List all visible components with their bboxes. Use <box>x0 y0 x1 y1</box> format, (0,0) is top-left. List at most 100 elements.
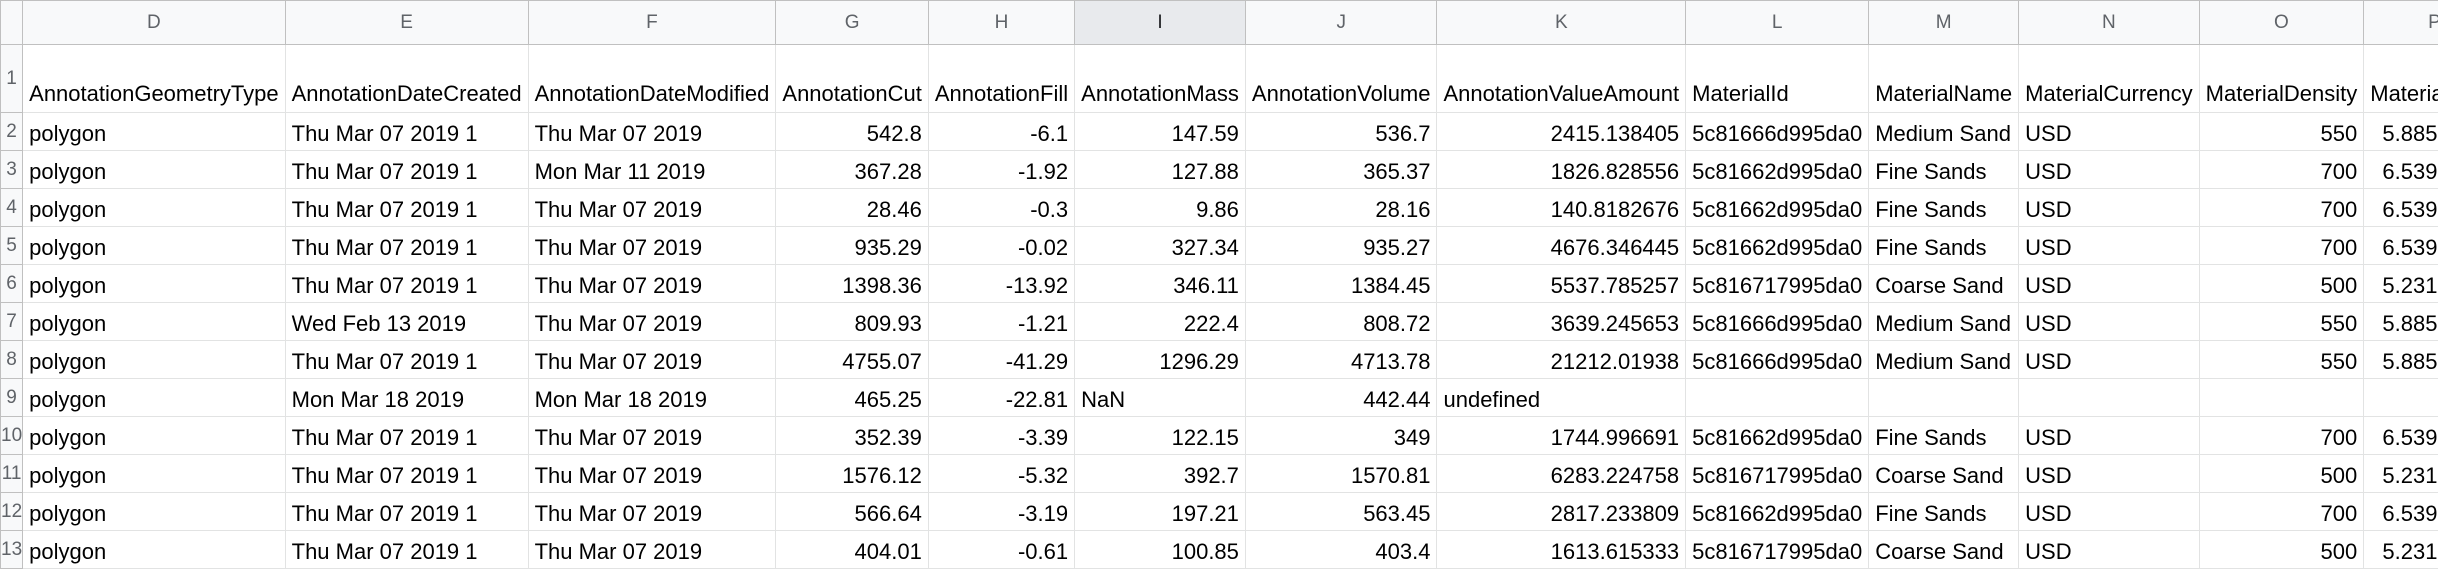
data-cell[interactable]: polygon <box>22 264 286 303</box>
data-cell[interactable]: Medium Sand <box>1868 340 2020 379</box>
data-cell[interactable]: USD <box>2018 112 2200 151</box>
data-cell[interactable]: polygon <box>22 302 286 341</box>
data-cell[interactable]: 4755.07 <box>775 340 929 379</box>
data-cell[interactable]: 140.8182676 <box>1436 188 1687 227</box>
data-cell[interactable]: -5.32 <box>927 454 1076 493</box>
data-cell[interactable]: 935.27 <box>1244 226 1438 265</box>
data-cell[interactable]: 127.88 <box>1074 150 1246 189</box>
data-cell[interactable]: 5.88577778 <box>2363 112 2438 151</box>
data-cell[interactable]: polygon <box>22 492 286 531</box>
data-cell[interactable]: Thu Mar 07 2019 1 <box>284 530 529 569</box>
header-cell[interactable]: AnnotationValueAmount <box>1436 44 1687 113</box>
data-cell[interactable]: 5.23180247 <box>2363 530 2438 569</box>
column-header-selected[interactable]: I <box>1074 0 1246 45</box>
data-cell[interactable]: 392.7 <box>1074 454 1246 493</box>
data-cell[interactable]: 404.01 <box>775 530 929 569</box>
data-cell[interactable] <box>2198 378 2365 417</box>
data-cell[interactable]: polygon <box>22 150 286 189</box>
data-cell[interactable]: Thu Mar 07 2019 <box>527 340 777 379</box>
data-cell[interactable]: Wed Feb 13 2019 <box>284 302 529 341</box>
data-cell[interactable]: 5c81662d995da0 <box>1685 416 1870 455</box>
data-cell[interactable]: USD <box>2018 416 2200 455</box>
data-cell[interactable]: 367.28 <box>775 150 929 189</box>
data-cell[interactable]: Thu Mar 07 2019 1 <box>284 150 529 189</box>
row-number[interactable]: 5 <box>0 226 24 265</box>
column-header[interactable]: L <box>1685 0 1870 45</box>
data-cell[interactable]: Mon Mar 18 2019 <box>527 378 777 417</box>
data-cell[interactable]: 1570.81 <box>1244 454 1438 493</box>
data-cell[interactable]: polygon <box>22 112 286 151</box>
data-cell[interactable] <box>2018 378 2200 417</box>
data-cell[interactable]: 100.85 <box>1074 530 1246 569</box>
row-number[interactable]: 9 <box>0 378 24 417</box>
data-cell[interactable]: 147.59 <box>1074 112 1246 151</box>
data-cell[interactable]: 465.25 <box>775 378 929 417</box>
data-cell[interactable]: Coarse Sand <box>1868 264 2020 303</box>
data-cell[interactable]: Thu Mar 07 2019 <box>527 264 777 303</box>
data-cell[interactable]: 2415.138405 <box>1436 112 1687 151</box>
data-cell[interactable]: 21212.01938 <box>1436 340 1687 379</box>
data-cell[interactable]: 3639.245653 <box>1436 302 1687 341</box>
column-header[interactable]: E <box>284 0 529 45</box>
data-cell[interactable]: Thu Mar 07 2019 <box>527 302 777 341</box>
data-cell[interactable]: Thu Mar 07 2019 <box>527 454 777 493</box>
data-cell[interactable]: 700 <box>2198 226 2365 265</box>
data-cell[interactable]: 5c816717995da0 <box>1685 454 1870 493</box>
data-cell[interactable]: 1296.29 <box>1074 340 1246 379</box>
data-cell[interactable]: 700 <box>2198 188 2365 227</box>
header-cell[interactable]: AnnotationDateCreated <box>284 44 529 113</box>
data-cell[interactable]: Mon Mar 11 2019 <box>527 150 777 189</box>
data-cell[interactable]: 563.45 <box>1244 492 1438 531</box>
column-header[interactable]: H <box>927 0 1076 45</box>
data-cell[interactable]: 700 <box>2198 492 2365 531</box>
data-cell[interactable]: -1.21 <box>927 302 1076 341</box>
column-header[interactable]: J <box>1244 0 1438 45</box>
column-header[interactable]: M <box>1868 0 2020 45</box>
row-number[interactable]: 13 <box>0 530 24 569</box>
data-cell[interactable]: 6.53975309 <box>2363 188 2438 227</box>
data-cell[interactable] <box>2363 378 2438 417</box>
data-cell[interactable]: polygon <box>22 340 286 379</box>
row-number[interactable]: 8 <box>0 340 24 379</box>
data-cell[interactable]: -3.39 <box>927 416 1076 455</box>
data-cell[interactable]: Fine Sands <box>1868 416 2020 455</box>
data-cell[interactable]: 9.86 <box>1074 188 1246 227</box>
data-cell[interactable]: 5.88577778 <box>2363 340 2438 379</box>
data-cell[interactable]: Thu Mar 07 2019 <box>527 530 777 569</box>
data-cell[interactable]: USD <box>2018 188 2200 227</box>
data-cell[interactable]: USD <box>2018 530 2200 569</box>
data-cell[interactable]: Coarse Sand <box>1868 454 2020 493</box>
header-cell[interactable]: AnnotationGeometryType <box>22 44 286 113</box>
data-cell[interactable]: polygon <box>22 226 286 265</box>
data-cell[interactable]: Thu Mar 07 2019 1 <box>284 454 529 493</box>
data-cell[interactable]: Thu Mar 07 2019 1 <box>284 340 529 379</box>
data-cell[interactable] <box>1685 378 1870 417</box>
data-cell[interactable]: Mon Mar 18 2019 <box>284 378 529 417</box>
column-header[interactable]: F <box>527 0 777 45</box>
data-cell[interactable]: -6.1 <box>927 112 1076 151</box>
data-cell[interactable]: 5537.785257 <box>1436 264 1687 303</box>
data-cell[interactable]: -1.92 <box>927 150 1076 189</box>
data-cell[interactable]: 700 <box>2198 150 2365 189</box>
data-cell[interactable]: 550 <box>2198 340 2365 379</box>
data-cell[interactable]: 346.11 <box>1074 264 1246 303</box>
data-cell[interactable]: 5c816717995da0 <box>1685 530 1870 569</box>
data-cell[interactable]: 500 <box>2198 454 2365 493</box>
data-cell[interactable]: 327.34 <box>1074 226 1246 265</box>
header-cell[interactable]: AnnotationVolume <box>1244 44 1438 113</box>
header-cell[interactable]: MaterialDensity <box>2198 44 2365 113</box>
data-cell[interactable]: 197.21 <box>1074 492 1246 531</box>
row-number[interactable]: 12 <box>0 492 24 531</box>
data-cell[interactable]: polygon <box>22 454 286 493</box>
data-cell[interactable]: 808.72 <box>1244 302 1438 341</box>
data-cell[interactable]: Medium Sand <box>1868 302 2020 341</box>
data-cell[interactable]: -0.02 <box>927 226 1076 265</box>
header-cell[interactable]: MaterialPrice <box>2363 44 2438 113</box>
data-cell[interactable]: 809.93 <box>775 302 929 341</box>
data-cell[interactable]: -0.3 <box>927 188 1076 227</box>
data-cell[interactable]: USD <box>2018 150 2200 189</box>
data-cell[interactable]: Thu Mar 07 2019 1 <box>284 188 529 227</box>
header-cell[interactable]: MaterialId <box>1685 44 1870 113</box>
data-cell[interactable]: 2817.233809 <box>1436 492 1687 531</box>
data-cell[interactable]: 700 <box>2198 416 2365 455</box>
